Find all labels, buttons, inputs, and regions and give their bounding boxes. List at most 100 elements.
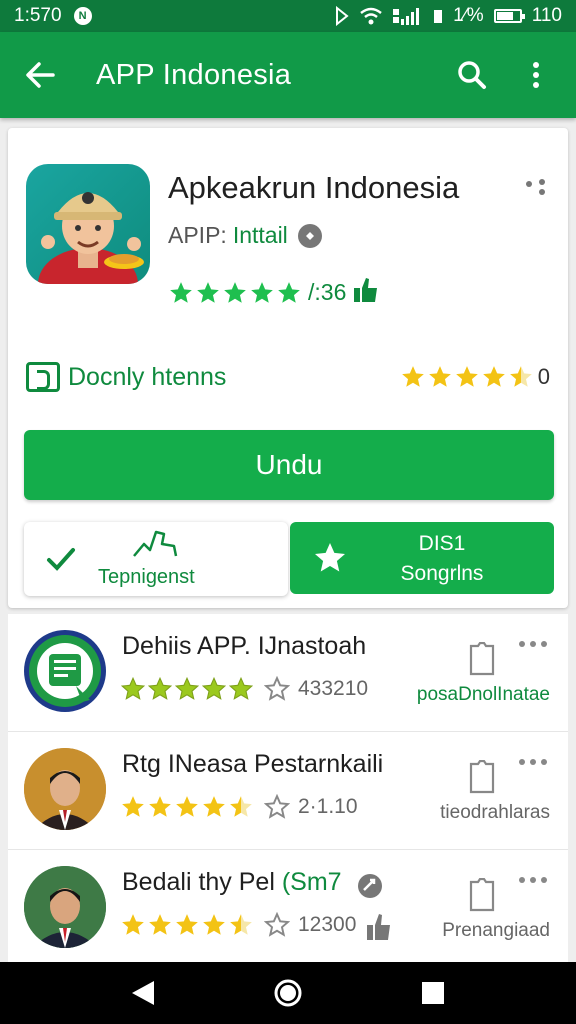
download-label: Docnly htenns [68, 362, 227, 391]
nfc-icon [335, 6, 349, 26]
triangle-back-icon [131, 981, 154, 1005]
app-icon[interactable] [26, 164, 150, 284]
list-item-stars [120, 676, 254, 702]
star-icon [224, 281, 246, 303]
hand-icon [133, 530, 178, 557]
star-icon [120, 676, 146, 700]
app-bar-title: APP Indonesia [96, 58, 292, 91]
list-item-side-text: posaDnolInatae [416, 684, 550, 705]
back-button[interactable] [18, 53, 62, 97]
install-button[interactable]: Undu [24, 430, 554, 500]
list-item[interactable]: Rtg INeasa Pestarnkaili 2·1.10 tieodrahl… [8, 732, 568, 850]
empty-star-icon [264, 676, 290, 701]
status-right-text: 110 [531, 5, 562, 26]
list-item-rating: 433210 [120, 676, 368, 702]
thumbs-up-icon[interactable] [366, 912, 392, 942]
star-icon [201, 676, 227, 700]
side-rating: 0 [400, 364, 550, 390]
status-time: 1:570 [14, 5, 62, 26]
list-item-title-main: Bedali thy Pel [122, 868, 275, 896]
developer-link[interactable]: Inttail [233, 222, 288, 249]
secondary-right-line1: DIS1 [418, 532, 466, 555]
status-bar: 1:570 N 1⁄% 110 [0, 0, 576, 32]
more-horiz-icon[interactable] [518, 756, 548, 776]
rating-count: /:36 [308, 279, 347, 305]
notification-icon: N [73, 7, 92, 25]
list-item-title: Dehiis APP. IJnastoah [122, 632, 367, 660]
star-icon [147, 676, 173, 700]
secondary-right-line2: Songrlns [400, 562, 484, 585]
card-more-icon[interactable] [524, 178, 550, 198]
developer-prefix: APIP: [168, 222, 227, 248]
secondary-left-label: Tepnigenst [98, 566, 195, 588]
battery-text: 1⁄% [453, 5, 484, 26]
star-icon [203, 796, 225, 817]
list-item-count: 433210 [298, 677, 369, 700]
developer-row: APIP: Inttail [168, 222, 322, 249]
secondary-right-button[interactable]: DIS1 Songrlns [290, 522, 554, 594]
app-rating-stars [168, 280, 302, 306]
search-icon [458, 61, 486, 89]
star-icon [149, 796, 171, 817]
star-icon [122, 914, 144, 935]
list-item-rating: 12300 [120, 912, 356, 938]
wifi-icon [359, 7, 383, 25]
app-name: Apkeakrun Indonesia [168, 170, 460, 205]
settings-circle-icon[interactable] [356, 872, 384, 900]
sim-icon [433, 7, 443, 25]
list-item-side-text: Prenangiaad [442, 920, 550, 941]
star-icon [203, 914, 225, 935]
star-icon [278, 281, 300, 303]
star-icon [428, 366, 451, 387]
check-icon [47, 548, 75, 571]
bookmark-icon[interactable] [468, 642, 496, 676]
side-rating-stars [400, 364, 534, 390]
battery-icon [493, 9, 525, 23]
star-icon [228, 676, 254, 700]
home-circle-icon [274, 979, 302, 1007]
star-icon [197, 281, 219, 303]
star-icon [251, 281, 273, 303]
list-item[interactable]: Dehiis APP. IJnastoah 433210 posaDnolIna… [8, 614, 568, 732]
list-item-count: 12300 [298, 913, 357, 936]
empty-star-icon [264, 912, 290, 937]
star-icon [230, 796, 252, 817]
star-icon [455, 366, 478, 387]
app-list: Dehiis APP. IJnastoah 433210 posaDnolIna… [8, 614, 568, 964]
star-icon [122, 796, 144, 817]
app-rating-row: /:36 [168, 276, 380, 309]
star-icon [230, 914, 252, 935]
star-icon [401, 366, 424, 387]
info-icon[interactable] [297, 223, 322, 248]
download-icon [26, 362, 60, 392]
star-icon [482, 366, 505, 387]
nav-recents-button[interactable] [413, 973, 453, 1013]
list-item-title: Bedali thy Pel (Sm7 [122, 868, 342, 897]
download-info: Docnly htenns [26, 362, 226, 392]
list-item[interactable]: Bedali thy Pel (Sm7 12300 Prenangiaad [8, 850, 568, 964]
star-icon [509, 366, 532, 387]
more-horiz-icon[interactable] [518, 638, 548, 658]
list-item-title-accent: (Sm7 [281, 868, 342, 896]
list-item-title: Rtg INeasa Pestarnkaili [122, 750, 384, 778]
avatar [24, 866, 106, 948]
app-detail-card: Apkeakrun Indonesia APIP: Inttail /:36 D… [8, 128, 568, 608]
search-button[interactable] [450, 53, 494, 97]
avatar [24, 630, 106, 712]
app-bar: APP Indonesia [0, 32, 576, 118]
more-vert-icon [533, 62, 539, 88]
nav-home-button[interactable] [268, 973, 308, 1013]
nav-back-button[interactable] [123, 973, 163, 1013]
system-nav-bar [0, 962, 576, 1024]
square-recents-icon [422, 982, 445, 1004]
secondary-left-button[interactable]: Tepnigenst [24, 522, 288, 596]
star-icon [176, 914, 198, 935]
thumbs-up-icon[interactable] [352, 276, 380, 309]
bookmark-icon[interactable] [468, 878, 496, 912]
bookmark-icon[interactable] [468, 760, 496, 794]
avatar [24, 748, 106, 830]
list-item-rating: 2·1.10 [120, 794, 358, 820]
star-icon [170, 281, 192, 303]
more-horiz-icon[interactable] [518, 874, 548, 894]
more-options-button[interactable] [514, 53, 558, 97]
